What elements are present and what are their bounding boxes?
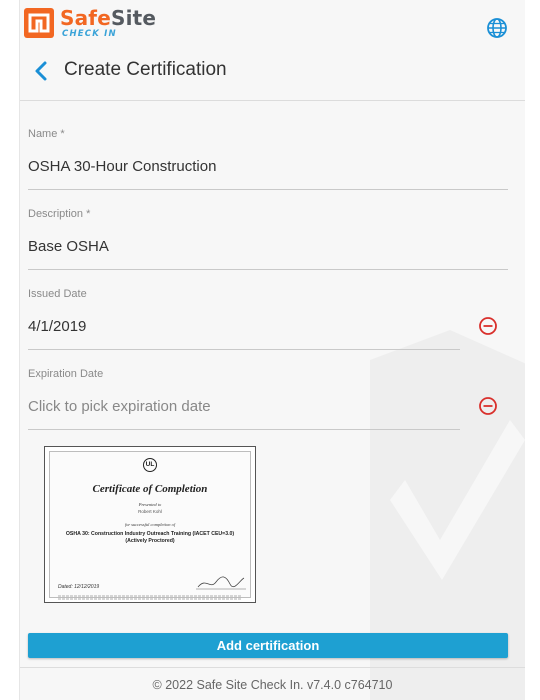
name-underline — [28, 189, 508, 190]
description-input[interactable]: Base OSHA — [28, 238, 109, 255]
app-header: SafeSite CHECK IN Create Certification — [20, 0, 525, 101]
clear-expiration-date-icon[interactable] — [478, 396, 498, 416]
certificate-course-line1: OSHA 30: Construction Industry Outreach … — [65, 531, 235, 537]
expiration-date-label: Expiration Date — [28, 368, 104, 380]
certificate-course: OSHA 30: Construction Industry Outreach … — [52, 531, 248, 545]
logo-word-site: Site — [110, 6, 157, 30]
expiration-date-underline — [28, 429, 460, 430]
add-certification-button[interactable]: Add certification — [28, 633, 508, 658]
logo-tagline: CHECK IN — [62, 29, 117, 39]
signature-scribble — [196, 576, 246, 590]
safesite-logo: SafeSite CHECK IN — [24, 8, 156, 44]
expiration-date-input[interactable]: Click to pick expiration date — [28, 398, 211, 415]
name-label: Name * — [28, 128, 65, 140]
description-underline — [28, 269, 508, 270]
name-input[interactable]: OSHA 30-Hour Construction — [28, 158, 216, 175]
certificate-image[interactable]: UL Certificate of Completion Presented t… — [44, 446, 256, 603]
certificate-presented-to: Presented to — [138, 502, 162, 507]
left-gutter — [0, 0, 20, 700]
certificate-dated: Dated: 12/12/2019 — [58, 584, 100, 590]
description-label: Description * — [28, 208, 91, 220]
certificate-fine-print — [58, 595, 242, 600]
certificate-for-completion: for successful completion of — [124, 522, 176, 527]
issued-date-label: Issued Date — [28, 288, 87, 300]
globe-icon[interactable] — [486, 17, 508, 39]
certificate-title: Certificate of Completion — [92, 483, 208, 495]
logo-word-safe: Safe — [60, 6, 111, 30]
ul-logo: UL — [143, 458, 157, 472]
app-panel: SafeSite CHECK IN Create Certification N… — [20, 0, 525, 700]
footer-copyright: © 2022 Safe Site Check In. v7.4.0 c76471… — [152, 678, 393, 692]
right-gutter — [525, 0, 540, 700]
footer-divider — [20, 667, 525, 668]
page-title: Create Certification — [64, 59, 227, 80]
issued-date-underline — [28, 349, 460, 350]
certificate-course-line2: (Actively Proctored) — [125, 538, 175, 544]
issued-date-input[interactable]: 4/1/2019 — [28, 318, 86, 335]
chevron-left-icon[interactable] — [32, 59, 52, 83]
logo-mark-icon — [24, 8, 54, 38]
certificate-recipient: Robert Kohl — [138, 509, 162, 514]
clear-issued-date-icon[interactable] — [478, 316, 498, 336]
